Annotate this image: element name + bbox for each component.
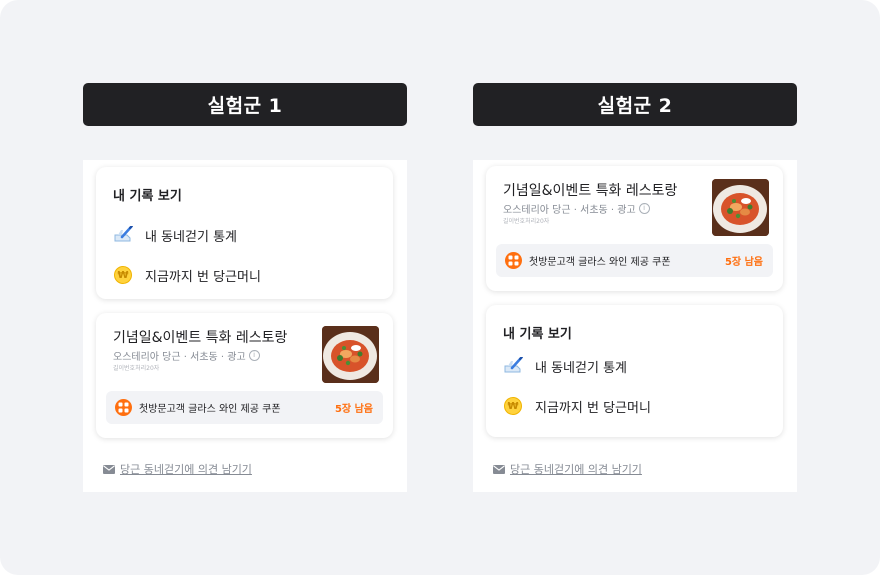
running-shoe-icon: [503, 356, 523, 376]
carrot-money-item[interactable]: ₩ 지금까지 번 당근머니: [503, 396, 651, 416]
feedback-text: 당근 동네걷기에 의견 남기기: [510, 462, 642, 476]
records-title: 내 기록 보기: [503, 327, 572, 342]
coupon-text: 첫방문고객 글라스 와인 제공 쿠폰: [139, 404, 281, 415]
pasta-dish-image: [712, 179, 769, 236]
coupon-icon: [115, 399, 132, 416]
feedback-link[interactable]: 당근 동네걷기에 의견 남기기: [103, 459, 252, 478]
ad-title: 기념일&이벤트 특화 레스토랑: [113, 330, 288, 346]
coupon-icon: [505, 252, 522, 269]
ad-subtitle: 오스테리아 당근 · 서초동 · 광고 i: [113, 348, 260, 363]
group-label: 실험군 2: [473, 83, 797, 126]
pasta-dish-image: [322, 326, 379, 383]
info-icon[interactable]: i: [638, 203, 650, 214]
mail-icon: [103, 459, 115, 478]
coin-symbol: ₩: [504, 397, 522, 415]
screen-preview: 기념일&이벤트 특화 레스토랑 오스테리아 당근 · 서초동 · 광고 i 길이…: [473, 160, 797, 492]
group-2: 실험군 2 기념일&이벤트 특화 레스토랑 오스테리아 당근 · 서초동 · 광…: [473, 83, 797, 492]
carrot-money-item[interactable]: ₩ 지금까지 번 당근머니: [113, 265, 261, 285]
won-coin-icon: ₩: [503, 396, 523, 416]
coupon-count: 5장 남음: [334, 404, 373, 415]
coupon-text: 첫방문고객 글라스 와인 제공 쿠폰: [529, 257, 671, 268]
coin-symbol: ₩: [114, 266, 132, 284]
coupon-count: 5장 남음: [724, 257, 763, 268]
records-title: 내 기록 보기: [113, 189, 182, 204]
walk-stats-label: 내 동네걷기 통계: [535, 360, 627, 376]
ad-title: 기념일&이벤트 특화 레스토랑: [503, 183, 678, 199]
records-card: 내 기록 보기 내 동네걷기 통계 ₩ 지금까지 번 당근머니: [486, 305, 783, 437]
ad-subtitle-text: 오스테리아 당근 · 서초동 · 광고: [113, 352, 246, 363]
canvas: 실험군 1 내 기록 보기 내 동네걷기 통계 ₩ 지금까지 번 당근머니 기념…: [0, 0, 880, 575]
carrot-money-label: 지금까지 번 당근머니: [535, 400, 651, 416]
carrot-money-label: 지금까지 번 당근머니: [145, 269, 261, 285]
records-card: 내 기록 보기 내 동네걷기 통계 ₩ 지금까지 번 당근머니: [96, 167, 393, 299]
ad-card[interactable]: 기념일&이벤트 특화 레스토랑 오스테리아 당근 · 서초동 · 광고 i 길이…: [96, 313, 393, 438]
walk-stats-item[interactable]: 내 동네걷기 통계: [503, 356, 627, 376]
info-icon[interactable]: i: [248, 350, 260, 361]
mail-icon: [493, 459, 505, 478]
won-coin-icon: ₩: [113, 265, 133, 285]
running-shoe-icon: [113, 225, 133, 245]
ad-card[interactable]: 기념일&이벤트 특화 레스토랑 오스테리아 당근 · 서초동 · 광고 i 길이…: [486, 166, 783, 291]
group-1: 실험군 1 내 기록 보기 내 동네걷기 통계 ₩ 지금까지 번 당근머니 기념…: [83, 83, 407, 492]
walk-stats-item[interactable]: 내 동네걷기 통계: [113, 225, 237, 245]
feedback-text: 당근 동네걷기에 의견 남기기: [120, 462, 252, 476]
coupon-banner[interactable]: 첫방문고객 글라스 와인 제공 쿠폰 5장 남음: [106, 391, 383, 424]
walk-stats-label: 내 동네걷기 통계: [145, 229, 237, 245]
ad-legal-text: 길이번호처리20자: [113, 365, 160, 372]
ad-legal-text: 길이번호처리20자: [503, 218, 550, 225]
screen-preview: 내 기록 보기 내 동네걷기 통계 ₩ 지금까지 번 당근머니 기념일&이벤트 …: [83, 160, 407, 492]
feedback-link[interactable]: 당근 동네걷기에 의견 남기기: [493, 459, 642, 478]
ad-subtitle: 오스테리아 당근 · 서초동 · 광고 i: [503, 201, 650, 216]
ad-subtitle-text: 오스테리아 당근 · 서초동 · 광고: [503, 205, 636, 216]
coupon-banner[interactable]: 첫방문고객 글라스 와인 제공 쿠폰 5장 남음: [496, 244, 773, 277]
group-label: 실험군 1: [83, 83, 407, 126]
